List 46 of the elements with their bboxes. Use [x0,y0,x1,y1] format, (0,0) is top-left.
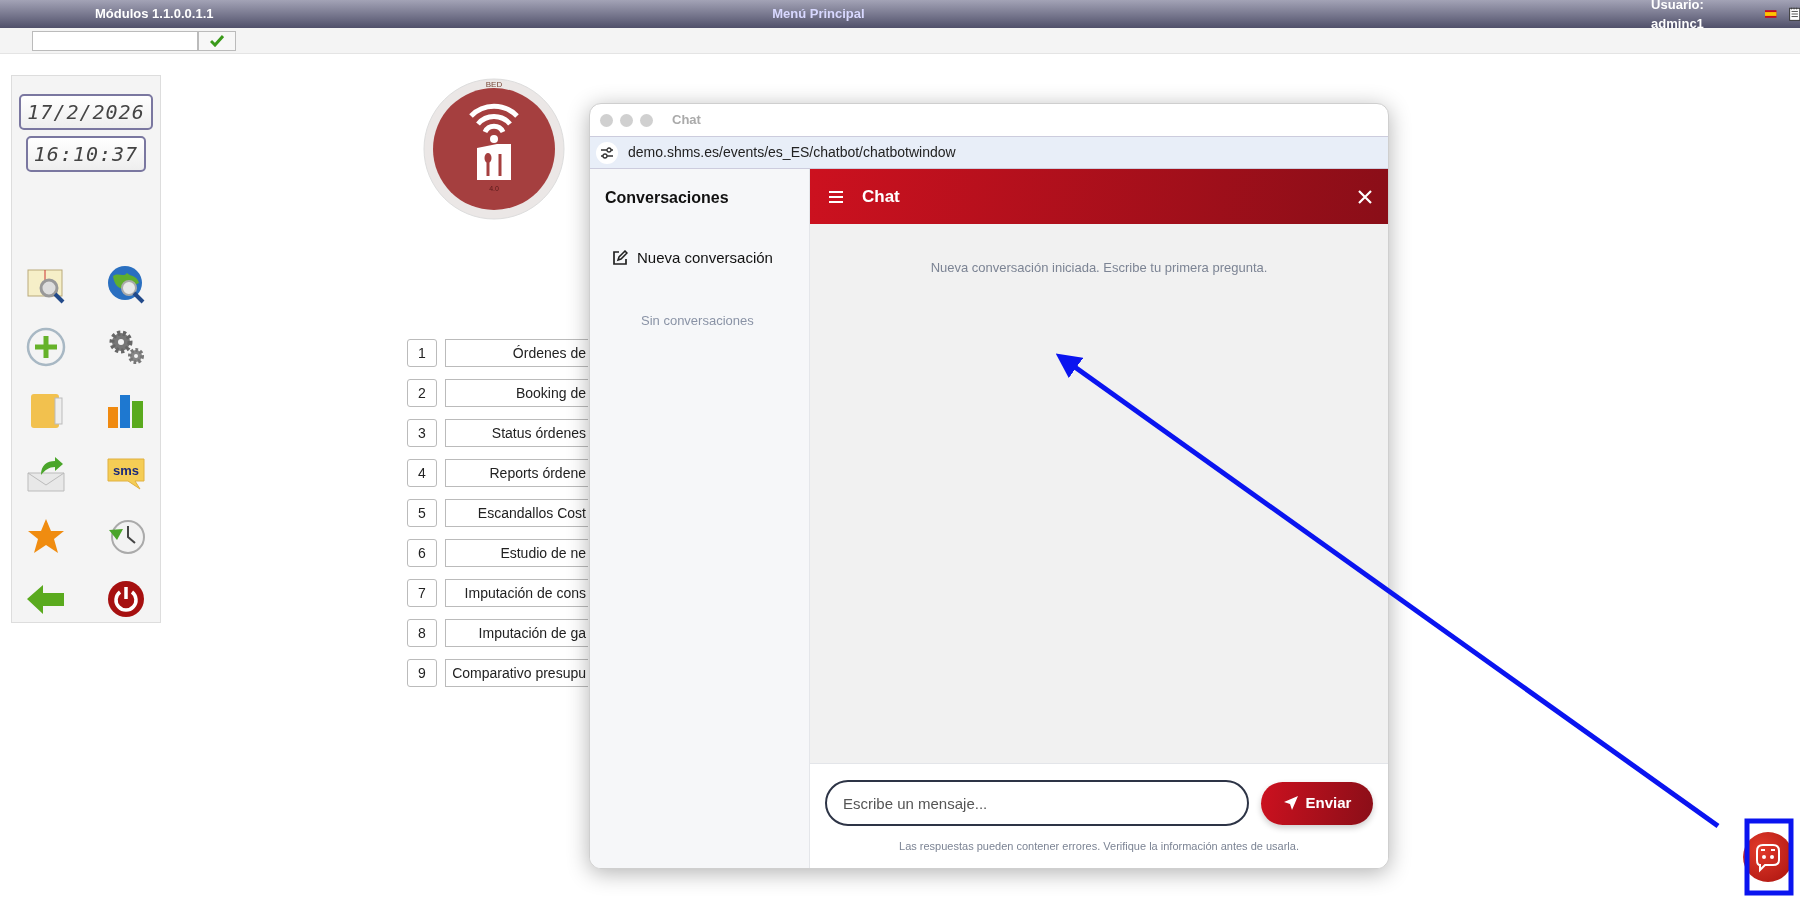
new-conversation-button[interactable]: Nueva conversación [612,247,773,270]
number-button[interactable]: 4 [407,459,437,487]
number-button[interactable]: 3 [407,419,437,447]
menu-item-button[interactable]: Escandallos Cost [445,499,588,527]
disclaimer-text: Las respuestas pueden contener errores. Verifique la información antes de usarla. [899,839,1299,854]
date-display: 17/2/2026 [19,94,153,130]
page-title: Menú Principal [772,5,866,24]
url-text: demo.shms.es/events/es_ES/chatbot/chatbotwindow [628,143,956,162]
menu-item-button[interactable]: Imputación de cons [445,579,588,607]
menu-item-button[interactable]: Reports órdene [445,459,588,487]
user-label: Usuario: adminc1 [1651,0,1705,33]
globe-search-icon[interactable] [105,264,147,305]
version-label: Módulos 1.1.0.0.1.1 [95,5,215,24]
time-display: 16:10:37 [25,136,147,172]
window-title: Chat [672,111,701,130]
check-icon [210,34,224,47]
number-button[interactable]: 9 [407,659,437,687]
send-icon [1282,795,1299,811]
plus-circle-icon[interactable] [25,327,67,368]
number-button[interactable]: 5 [407,499,437,527]
number-button[interactable]: 1 [407,339,437,367]
menu-item-button[interactable]: Órdenes de [445,339,588,367]
flag-icon[interactable] [1765,8,1777,20]
number-button[interactable]: 8 [407,619,437,647]
power-icon[interactable] [105,579,147,620]
site-settings-icon[interactable] [600,146,614,159]
menu-item-button[interactable]: Comparativo presupu [445,659,588,687]
close-button[interactable] [1358,189,1372,204]
search-field[interactable] [32,30,198,51]
close-icon [1358,189,1372,204]
sidebar-heading: Conversaciones [605,188,730,208]
menu-icon[interactable] [828,189,844,204]
send-button[interactable]: Enviar [1261,781,1373,825]
number-button[interactable]: 7 [407,579,437,607]
confirm-button[interactable] [198,30,236,51]
number-button[interactable]: 6 [407,539,437,567]
chat-title: Chat [862,185,901,208]
edit-icon [612,250,628,267]
number-button[interactable]: 2 [407,379,437,407]
menu-item-button[interactable]: Status órdenes [445,419,588,447]
menu-item-button[interactable]: Imputación de ga [445,619,588,647]
system-message: Nueva conversación iniciada. Escribe tu primera pregunta. [930,259,1268,276]
menu-item-button[interactable]: Booking de [445,379,588,407]
message-input[interactable]: Escribe un mensaje... [825,780,1249,826]
empty-state-text: Sin conversaciones [641,311,755,330]
menu-item-button[interactable]: Estudio de ne [445,539,588,567]
